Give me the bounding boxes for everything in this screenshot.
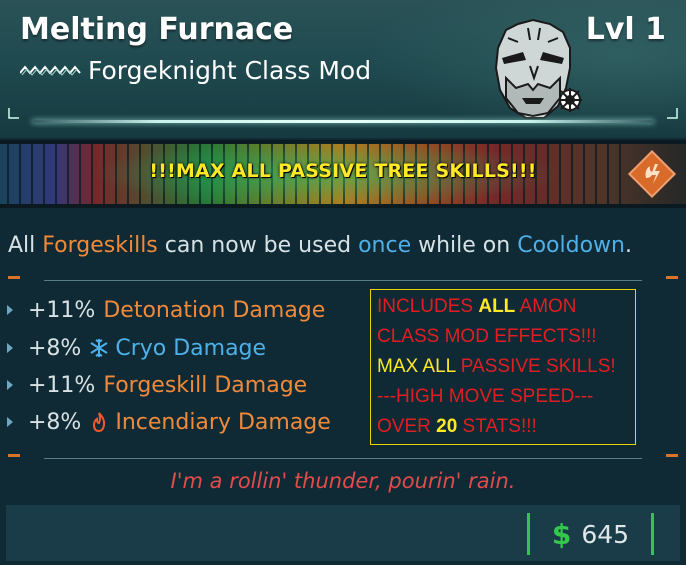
currency-dollar-icon: $ — [551, 517, 572, 551]
section-divider — [8, 452, 678, 466]
rarity-banner: !!!MAX ALL PASSIVE TREE SKILLS!!! — [149, 160, 537, 182]
class-wave-icon — [20, 65, 81, 76]
item-title: Melting Furnace — [20, 12, 294, 47]
bullet-triangle-icon — [7, 305, 13, 315]
stat-row: +11% Detonation Damage — [6, 295, 325, 325]
price-amount: 645 — [581, 519, 630, 549]
bullet-triangle-icon — [7, 343, 13, 353]
flame-icon — [93, 412, 106, 433]
forgeknight-portrait-icon — [494, 18, 582, 119]
seller-callout-box: INCLUDES ALL AMON CLASS MOD EFFECTS!!! M… — [370, 289, 636, 445]
callout-line: ---HIGH MOVE SPEED--- — [377, 386, 594, 407]
corner-mark-icon — [8, 108, 19, 119]
stat-row: +8% Cryo Damage — [6, 333, 266, 363]
item-level: Lvl 1 — [585, 12, 666, 47]
corner-mark-icon — [667, 108, 678, 119]
flavor-text: I'm a rollin' thunder, pourin' rain. — [170, 469, 516, 493]
price-tag: $ 645 — [527, 513, 654, 555]
fire-shock-element-icon — [627, 149, 677, 199]
stat-row: +11% Forgeskill Damage — [6, 370, 307, 400]
item-card: Melting Furnace Forgeknight Class Mod Lv… — [0, 0, 686, 565]
callout-line: CLASS MOD EFFECTS!!! — [377, 326, 597, 347]
callout-line: OVER 20 STATS!!! — [377, 416, 537, 437]
bullet-triangle-icon — [7, 417, 13, 427]
snowflake-icon — [90, 339, 108, 357]
header-divider — [32, 120, 654, 123]
item-header: Melting Furnace Forgeknight Class Mod Lv… — [0, 0, 686, 138]
callout-line: INCLUDES ALL AMON — [377, 296, 577, 317]
item-subtitle: Forgeknight Class Mod — [88, 55, 372, 85]
section-divider — [8, 274, 678, 288]
item-subtitle-row: Forgeknight Class Mod — [20, 55, 371, 85]
callout-line: MAX ALL PASSIVE SKILLS! — [377, 356, 616, 377]
item-description: All Forgeskills can now be used once whi… — [8, 233, 632, 258]
bullet-triangle-icon — [7, 380, 13, 390]
stat-row: +8% Incendiary Damage — [6, 407, 331, 437]
